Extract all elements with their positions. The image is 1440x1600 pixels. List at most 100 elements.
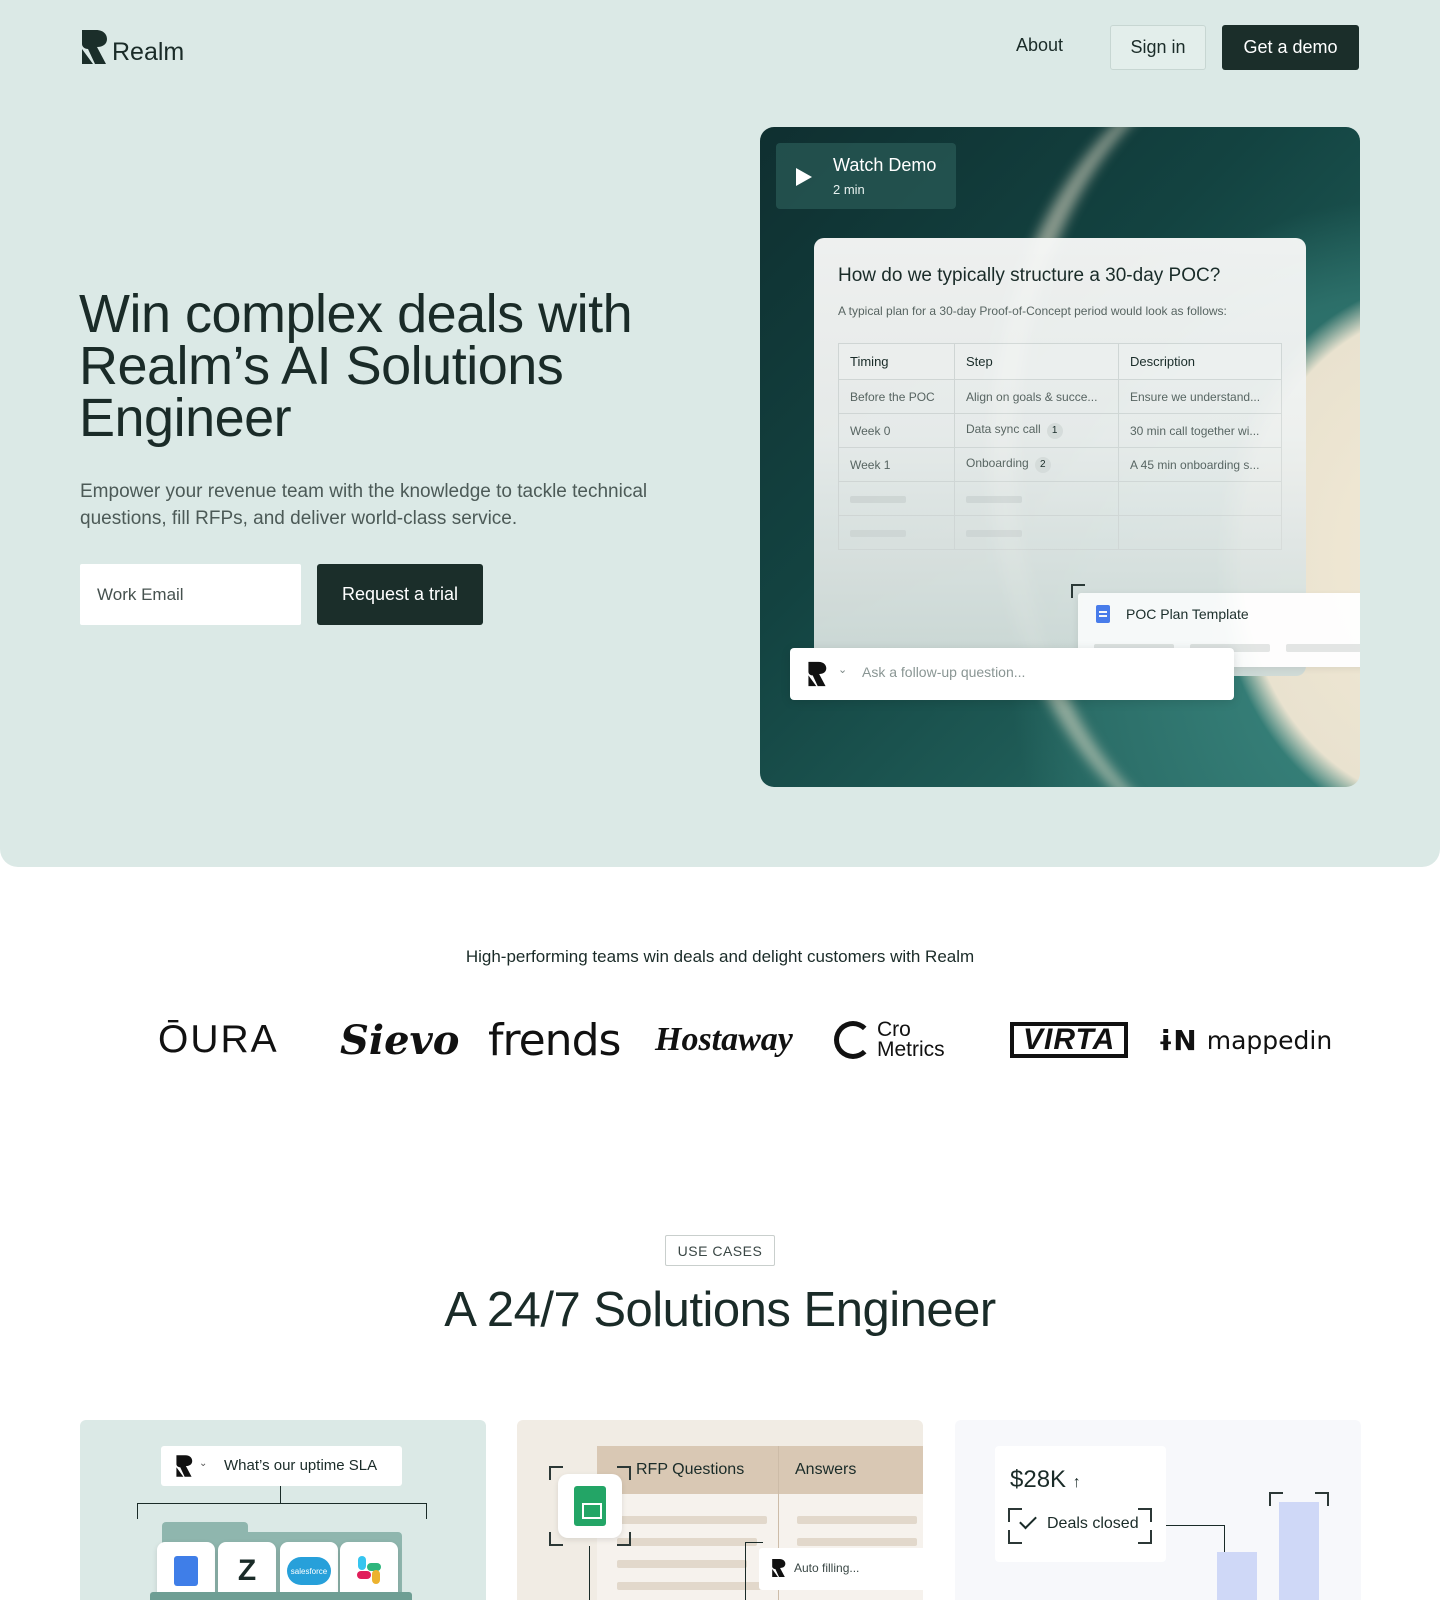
- salesforce-glyph: salesforce: [287, 1557, 331, 1585]
- table-cell-step: Align on goals & succe...: [954, 379, 1119, 414]
- table-cell-timing: Week 0: [838, 413, 955, 448]
- connector-line: [137, 1503, 427, 1504]
- virta-wordmark: VIRTA: [1010, 1022, 1129, 1058]
- use-cases-title: A 24/7 Solutions Engineer: [444, 1283, 996, 1337]
- skeleton-cell: [1118, 515, 1282, 550]
- table-cell-timing: Week 1: [838, 447, 955, 482]
- frame-corner: [1138, 1508, 1152, 1522]
- watch-demo-button[interactable]: Watch Demo 2 min: [776, 143, 956, 209]
- sign-in-button[interactable]: Sign in: [1110, 25, 1206, 70]
- hero-section: Realm About Sign in Get a demo Win compl…: [0, 0, 1440, 867]
- hostaway-logo: Hostaway: [655, 1021, 793, 1058]
- skeleton-cell: [954, 481, 1119, 516]
- skeleton-cell: [1118, 481, 1282, 516]
- deals-closed-frame: Deals closed: [1008, 1508, 1152, 1544]
- slack-glyph: [354, 1556, 384, 1586]
- step-label: Data sync call: [966, 422, 1041, 436]
- watch-demo-duration: 2 min: [833, 182, 865, 197]
- use-case-card-deals[interactable]: $28K ↑ Deals closed: [955, 1420, 1361, 1600]
- rfp-questions-header: RFP Questions: [636, 1461, 745, 1478]
- chat-question: How do we typically structure a 30-day P…: [838, 265, 1221, 286]
- connector-line: [1166, 1525, 1224, 1526]
- mappedin-logo: ɨN mappedin: [1158, 1005, 1332, 1075]
- arrow-up-icon: ↑: [1072, 1474, 1081, 1491]
- frends-logo: frends: [488, 1014, 621, 1066]
- google-sheets-icon: [558, 1474, 622, 1538]
- table-header-timing: Timing: [838, 343, 955, 380]
- google-doc-icon: [1096, 605, 1110, 623]
- chevron-down-icon: ⌄: [199, 1458, 208, 1469]
- realm-logo-text: Realm: [112, 38, 185, 66]
- slack-segment: [357, 1571, 371, 1579]
- table-cell-step: Data sync call 1: [954, 413, 1119, 448]
- table-header-description: Description: [1118, 343, 1282, 380]
- mappedin-mark-icon: ɨN: [1158, 1023, 1197, 1057]
- frame-corner: [1138, 1530, 1152, 1544]
- skeleton-bar: [797, 1516, 917, 1524]
- connector-line: [280, 1486, 281, 1503]
- work-email-input[interactable]: [80, 564, 301, 625]
- follow-up-bar: ⌄: [790, 648, 1234, 700]
- frame-corner: [1315, 1492, 1329, 1506]
- realm-logo[interactable]: Realm: [80, 28, 184, 66]
- table-row: Week 0 Data sync call 1 30 min call toget…: [838, 413, 1282, 448]
- use-case-card-knowledge[interactable]: ⌄ What’s our uptime SLA Z salesforce: [80, 1420, 486, 1600]
- google-sheets-glyph: [574, 1486, 606, 1526]
- poc-plan-table: Timing Step Description Before the POC A…: [838, 343, 1282, 550]
- cro-metrics-logo: Cro Metrics: [834, 1005, 945, 1075]
- citation-badge[interactable]: 1: [1046, 423, 1063, 439]
- chat-answer-card: How do we typically structure a 30-day P…: [814, 238, 1360, 676]
- poc-template-title: POC Plan Template: [1126, 606, 1249, 622]
- deals-metric-card: $28K ↑ Deals closed: [995, 1446, 1166, 1562]
- deals-amount: $28K ↑: [1010, 1466, 1081, 1494]
- skeleton-bar: [797, 1538, 917, 1546]
- hero-subtitle: Empower your revenue team with the knowl…: [80, 481, 648, 529]
- folder-front: [150, 1592, 412, 1600]
- table-cell-description: Ensure we understand...: [1118, 379, 1282, 414]
- hero-title: Win complex deals with Realm’s AI Soluti…: [79, 284, 633, 448]
- use-case-card-rfp[interactable]: RFP Questions Answers Auto filling...: [517, 1420, 923, 1600]
- skeleton-cell: [954, 515, 1119, 550]
- frame-corner: [1269, 1492, 1283, 1506]
- skeleton-bar: [617, 1516, 767, 1524]
- sla-query-pill: ⌄ What’s our uptime SLA: [161, 1446, 402, 1486]
- watch-demo-title: Watch Demo: [833, 155, 937, 175]
- use-cases-tag: USE CASES: [665, 1235, 775, 1266]
- chat-answer-intro: A typical plan for a 30-day Proof-of-Con…: [838, 304, 1227, 318]
- cro-metrics-mark-icon: [834, 1021, 872, 1059]
- chevron-down-icon[interactable]: ⌄: [838, 663, 847, 676]
- cro-metrics-line2: Metrics: [877, 1038, 945, 1061]
- request-trial-button[interactable]: Request a trial: [317, 564, 483, 625]
- table-header-step: Step: [954, 343, 1119, 380]
- connector-tree: [137, 1486, 427, 1526]
- table-cell-description: 30 min call together wi...: [1118, 413, 1282, 448]
- realm-logo-mark-icon: [82, 30, 107, 64]
- skeleton-bar: [617, 1560, 747, 1568]
- sievo-logo: Sievo: [340, 1016, 460, 1064]
- table-row: Week 1 Onboarding 2 A 45 min onboarding s…: [838, 447, 1282, 482]
- skeleton-bar: [1286, 644, 1360, 652]
- nav-about-link[interactable]: About: [1016, 35, 1063, 56]
- realm-logo-mark-icon: [808, 661, 827, 687]
- customer-logos: ŌURA Sievo frends Hostaway Cro Metrics VI…: [150, 1005, 1332, 1075]
- skeleton-cell: [838, 515, 955, 550]
- connector-line: [426, 1503, 427, 1519]
- skeleton-bar: [966, 495, 1022, 503]
- table-cell-step: Onboarding 2: [954, 447, 1119, 482]
- citation-badge[interactable]: 2: [1034, 457, 1051, 473]
- step-label: Onboarding: [966, 456, 1029, 470]
- table-row-placeholder: [838, 481, 1282, 516]
- mappedin-wordmark: mappedin: [1206, 1025, 1333, 1055]
- virta-logo: VIRTA: [1010, 1005, 1129, 1075]
- skeleton-bar: [617, 1538, 757, 1546]
- get-demo-button[interactable]: Get a demo: [1222, 25, 1359, 70]
- realm-logo-mark-icon: [176, 1455, 193, 1477]
- sheets-frame: [549, 1466, 631, 1546]
- follow-up-input[interactable]: [862, 664, 1212, 680]
- chart-bar: [1217, 1552, 1257, 1600]
- realm-logo-mark-icon: [772, 1559, 786, 1577]
- chart-bar-frame: [1269, 1492, 1329, 1600]
- google-docs-glyph: [174, 1556, 198, 1586]
- frame-corner: [1008, 1508, 1022, 1522]
- connector-line: [137, 1503, 138, 1519]
